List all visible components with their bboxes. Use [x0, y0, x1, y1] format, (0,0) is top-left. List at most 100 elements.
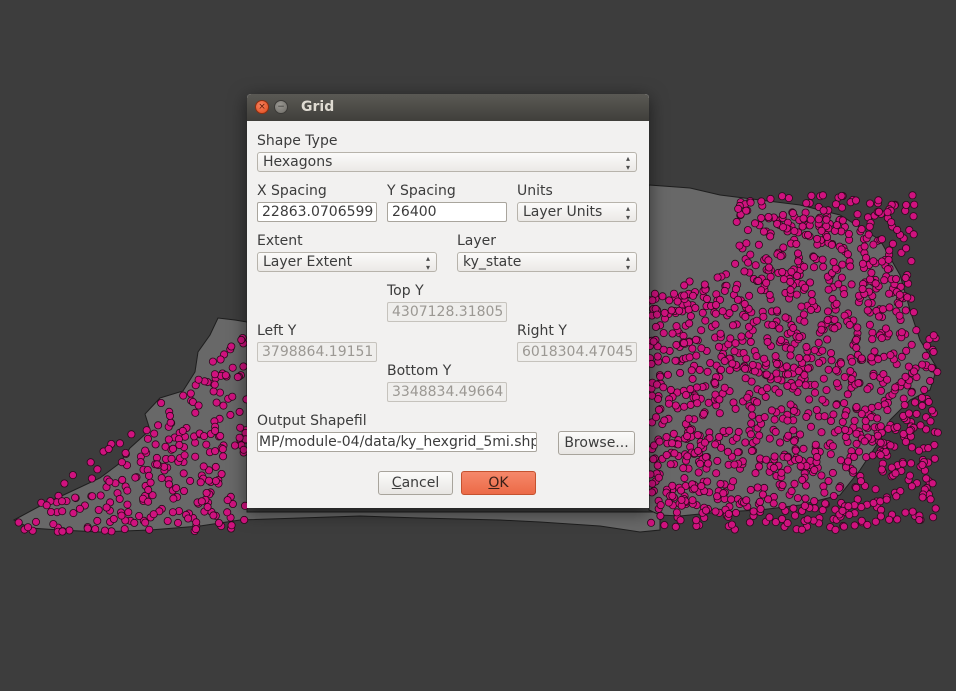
- close-icon[interactable]: ×: [255, 100, 269, 114]
- point-marker: [907, 340, 916, 349]
- point-marker: [909, 212, 918, 221]
- shape-type-combo[interactable]: Hexagons ▴ ▾: [257, 152, 637, 172]
- point-marker: [804, 230, 813, 239]
- browse-button[interactable]: Browse...: [558, 431, 635, 455]
- point-marker: [69, 509, 78, 518]
- dialog-title: Grid: [301, 99, 335, 115]
- point-marker: [823, 232, 832, 241]
- ok-button[interactable]: OK: [461, 471, 536, 495]
- point-marker: [830, 324, 839, 333]
- point-marker: [921, 351, 930, 360]
- point-marker: [793, 494, 802, 503]
- cancel-button[interactable]: Cancel: [378, 471, 453, 495]
- title-bar[interactable]: × − Grid: [247, 94, 649, 121]
- point-marker: [922, 474, 931, 483]
- point-marker: [711, 320, 720, 329]
- point-marker: [807, 289, 816, 298]
- point-marker: [194, 401, 203, 410]
- point-marker: [741, 374, 750, 383]
- point-marker: [841, 411, 850, 420]
- point-marker: [107, 527, 116, 536]
- point-marker: [191, 525, 200, 534]
- point-marker: [757, 286, 766, 295]
- point-marker: [850, 452, 859, 461]
- point-marker: [762, 455, 771, 464]
- point-marker: [905, 426, 914, 435]
- point-marker: [163, 517, 172, 526]
- point-marker: [818, 346, 827, 355]
- point-marker: [698, 308, 707, 317]
- point-marker: [754, 240, 763, 249]
- point-marker: [933, 428, 942, 437]
- x-spacing-input[interactable]: 22863.0706599: [257, 202, 377, 222]
- point-marker: [704, 459, 713, 468]
- point-marker: [795, 353, 804, 362]
- point-marker: [742, 354, 751, 363]
- point-marker: [223, 496, 232, 505]
- point-marker: [837, 273, 846, 282]
- point-marker: [844, 502, 853, 511]
- point-marker: [778, 501, 787, 510]
- point-marker: [23, 523, 32, 532]
- updown-arrows-icon: ▴ ▾: [625, 204, 630, 222]
- point-marker: [874, 402, 883, 411]
- point-marker: [175, 440, 184, 449]
- point-marker: [856, 477, 865, 486]
- layer-combo[interactable]: ky_state ▴ ▾: [457, 252, 637, 272]
- point-marker: [731, 285, 740, 294]
- point-marker: [845, 320, 854, 329]
- point-marker: [857, 409, 866, 418]
- point-marker: [886, 441, 895, 450]
- point-marker: [720, 356, 729, 365]
- point-marker: [823, 335, 832, 344]
- extent-combo[interactable]: Layer Extent ▴ ▾: [257, 252, 437, 272]
- point-marker: [827, 356, 836, 365]
- point-marker: [918, 460, 927, 469]
- point-marker: [662, 355, 671, 364]
- point-marker: [725, 426, 734, 435]
- point-marker: [117, 511, 126, 520]
- point-marker: [857, 354, 866, 363]
- point-marker: [741, 438, 750, 447]
- point-marker: [874, 355, 883, 364]
- point-marker: [852, 218, 861, 227]
- point-marker: [649, 337, 658, 346]
- point-marker: [649, 455, 658, 464]
- output-path-input[interactable]: MP/module-04/data/ky_hexgrid_5mi.shp: [257, 432, 537, 452]
- units-combo[interactable]: Layer Units ▴ ▾: [517, 202, 637, 222]
- point-marker: [746, 250, 755, 259]
- point-marker: [144, 485, 153, 494]
- point-marker: [741, 312, 750, 321]
- point-marker: [748, 411, 757, 420]
- point-marker: [837, 191, 846, 200]
- point-marker: [710, 378, 719, 387]
- point-marker: [840, 399, 849, 408]
- minimize-icon[interactable]: −: [274, 100, 288, 114]
- point-marker: [703, 477, 712, 486]
- y-spacing-input[interactable]: 26400: [387, 202, 507, 222]
- point-marker: [696, 459, 705, 468]
- point-marker: [929, 347, 938, 356]
- point-marker: [660, 416, 669, 425]
- top-y-input: 4307128.31805: [387, 302, 507, 322]
- point-marker: [858, 284, 867, 293]
- point-marker: [828, 442, 837, 451]
- point-marker: [154, 421, 163, 430]
- point-marker: [770, 415, 779, 424]
- point-marker: [834, 426, 843, 435]
- point-marker: [837, 359, 846, 368]
- point-marker: [648, 479, 657, 488]
- point-marker: [783, 453, 792, 462]
- layer-label: Layer: [457, 233, 497, 249]
- point-marker: [734, 204, 743, 213]
- point-marker: [885, 303, 894, 312]
- point-marker: [647, 488, 656, 497]
- point-marker: [877, 235, 886, 244]
- point-marker: [819, 374, 828, 383]
- point-marker: [840, 373, 849, 382]
- point-marker: [658, 292, 667, 301]
- point-marker: [117, 458, 126, 467]
- point-marker: [797, 302, 806, 311]
- point-marker: [818, 191, 827, 200]
- point-marker: [164, 480, 173, 489]
